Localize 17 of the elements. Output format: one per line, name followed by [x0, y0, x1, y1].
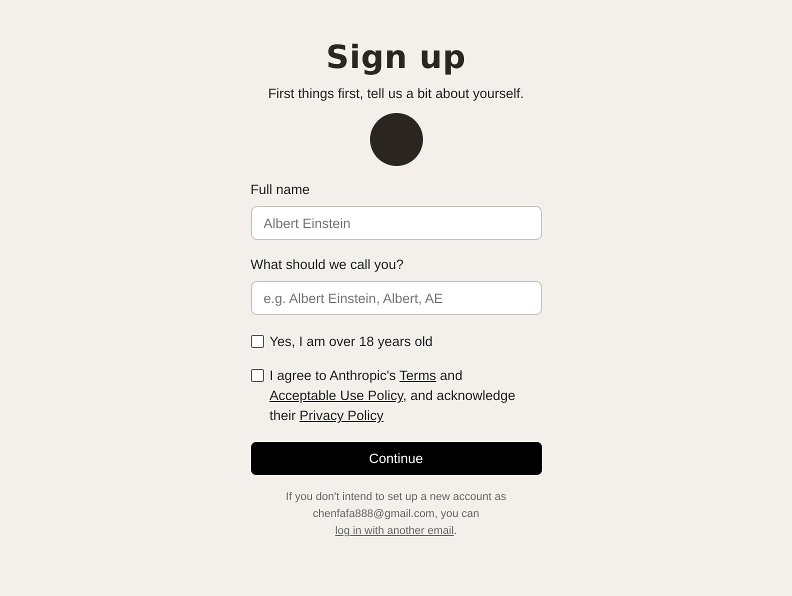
checkbox-label: I agree to Anthropic's Terms and Acceptable Use Policy, and acknowledge their Privacy Policy	[270, 367, 516, 425]
link[interactable]: log in with another email	[335, 525, 454, 537]
input-field[interactable]: e.g. Albert Einstein, Albert, AE	[250, 281, 542, 315]
checkbox[interactable]	[250, 369, 264, 382]
continue-button[interactable]: Continue	[250, 442, 542, 475]
checkbox-label: Yes, I am over 18 years old	[270, 333, 433, 351]
field-label: What should we call you?	[250, 257, 404, 272]
input-field[interactable]: Albert Einstein	[250, 206, 542, 240]
page-title: Sign up	[326, 38, 466, 76]
link[interactable]: Terms	[399, 368, 436, 383]
link[interactable]: Privacy Policy	[300, 408, 384, 423]
checkbox[interactable]	[250, 335, 264, 348]
avatar	[370, 113, 422, 166]
link[interactable]: Acceptable Use Policy	[270, 388, 403, 403]
footer-note: If you don't intend to set up a new account as chenfafa888@gmail.com, you can log in with another email.	[284, 490, 508, 539]
subtitle: First things first, tell us a bit about yourself.	[268, 86, 524, 101]
field-label: Full name	[250, 182, 310, 197]
